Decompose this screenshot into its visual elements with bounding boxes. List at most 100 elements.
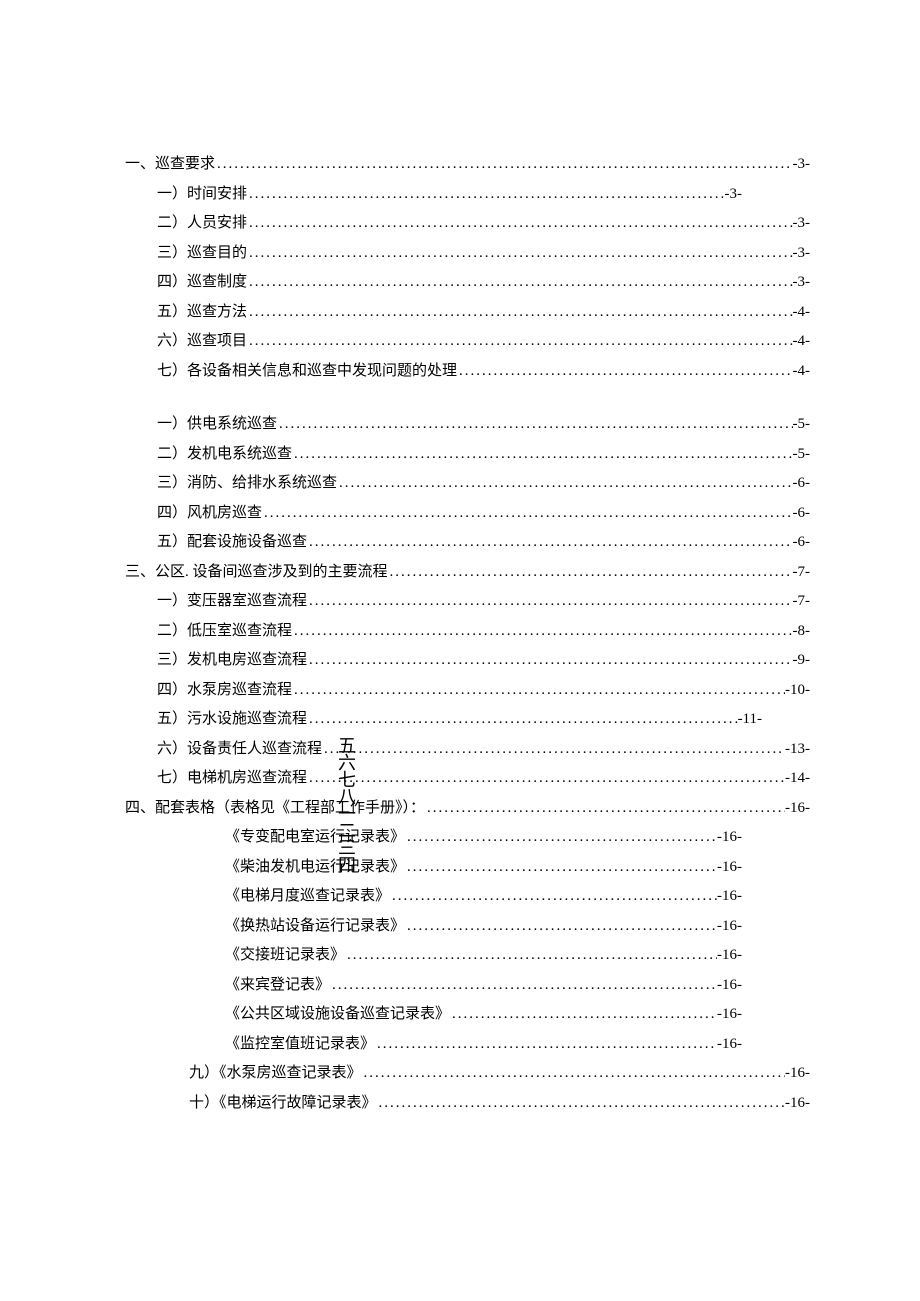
toc-entry-label: 一）供电系统巡查 [157,412,277,438]
toc-leader-dots [262,501,792,527]
toc-entry-label: 《柴油发机电运行记录表》 [225,855,405,881]
table-of-contents: 一、巡查要求-3-一）时间安排-3-二）人员安排-3-三）巡查目的-3-四）巡查… [125,152,810,1116]
toc-entry: 《监控室值班记录表》-16- [125,1032,810,1058]
toc-leader-dots [247,300,792,326]
toc-entry-page: -16- [785,1061,810,1087]
toc-leader-dots [405,855,717,881]
toc-entry: 四）水泵房巡查流程-10- [125,678,810,704]
toc-entry-page: -14- [785,766,810,792]
toc-entry-label: 一、巡查要求 [125,152,215,178]
toc-leader-dots [322,737,785,763]
toc-entry-page: -4- [793,329,811,355]
toc-leader-dots [375,1032,717,1058]
toc-entry: 二）发机电系统巡查-5- [125,442,810,468]
toc-entry: 七）各设备相关信息和巡查中发现问题的处理-4- [125,359,810,385]
toc-entry: 《电梯月度巡查记录表》 -16- [125,884,810,910]
toc-entry-page: -3- [725,182,743,208]
toc-entry-page: -16- [717,943,742,969]
toc-entry-page: -6- [793,501,811,527]
toc-entry-label: 四、配套表格（表格见《工程部工作手册》）： [125,796,425,822]
toc-entry-page: -16- [785,1091,810,1117]
toc-entry-page: -16- [717,1002,742,1028]
toc-entry-label: 三、公区. 设备间巡查涉及到的主要流程 [125,560,388,586]
toc-entry-page: -16- [785,796,810,822]
toc-entry-label: 五）巡查方法 [157,300,247,326]
toc-entry-label: 三）消防、给排水系统巡查 [157,471,337,497]
toc-leader-dots [247,241,792,267]
toc-entry-page: -16- [717,914,742,940]
toc-leader-dots [337,471,792,497]
toc-entry-label: 《公共区域设施设备巡查记录表》 [225,1002,450,1028]
toc-entry-page: -13- [785,737,810,763]
toc-entry-page: -11- [738,707,762,733]
toc-leader-dots [330,973,717,999]
toc-entry-label: 五）配套设施设备巡查 [157,530,307,556]
toc-entry-label: 七）各设备相关信息和巡查中发现问题的处理 [157,359,457,385]
toc-leader-dots [345,943,717,969]
toc-entry: 一）变压器室巡查流程-7- [125,589,810,615]
toc-entry: 五）污水设施巡查流程-11- [125,707,810,733]
toc-entry: 《公共区域设施设备巡查记录表》 -16- [125,1002,810,1028]
toc-entry: 《柴油发机电运行记录表》-16- [125,855,810,881]
toc-entry-page: -9- [793,648,811,674]
toc-entry: 一）供电系统巡查 -5- [125,412,810,438]
toc-entry: 三）消防、给排水系统巡查 -6- [125,471,810,497]
toc-leader-dots [292,619,792,645]
toc-entry-label: 二）发机电系统巡查 [157,442,292,468]
blank-line [125,388,810,412]
toc-entry-label: 四）风机房巡查 [157,501,262,527]
toc-leader-dots [457,359,792,385]
toc-leader-dots [292,678,785,704]
toc-entry-label: 《交接班记录表》 [225,943,345,969]
toc-entry: 十）《电梯运行故障记录表》 -16- [125,1091,810,1117]
toc-entry: 《交接班记录表》 -16- [125,943,810,969]
toc-entry: 四）巡查制度-3- [125,270,810,296]
toc-entry: 七）电梯机房巡查流程 -14- [125,766,810,792]
toc-leader-dots [377,1091,785,1117]
toc-entry-page: -16- [717,825,742,851]
toc-entry: 二）人员安排-3- [125,211,810,237]
toc-entry-label: 七）电梯机房巡查流程 [157,766,307,792]
toc-entry: 《来宾登记表》 -16- [125,973,810,999]
toc-entry: 三、公区. 设备间巡查涉及到的主要流程 -7- [125,560,810,586]
toc-leader-dots [307,589,792,615]
toc-leader-dots [390,884,717,910]
toc-entry: 《专变配电室运行记录表》-16- [125,825,810,851]
toc-entry-page: -7- [793,589,811,615]
toc-entry: 《换热站设备运行记录表》-16- [125,914,810,940]
toc-leader-dots [247,182,724,208]
toc-entry-page: -3- [793,211,811,237]
toc-leader-dots [247,211,792,237]
toc-leader-dots [450,1002,717,1028]
toc-entry: 五）配套设施设备巡查-6- [125,530,810,556]
toc-entry-label: 《来宾登记表》 [225,973,330,999]
toc-entry: 二）低压室巡查流程-8- [125,619,810,645]
toc-entry-label: 《电梯月度巡查记录表》 [225,884,390,910]
toc-leader-dots [215,152,792,178]
toc-entry-page: -6- [793,471,811,497]
toc-entry: 四、配套表格（表格见《工程部工作手册》）： -16- [125,796,810,822]
toc-entry-label: 十）《电梯运行故障记录表》 [189,1091,377,1117]
toc-entry-label: 六）巡查项目 [157,329,247,355]
toc-entry: 六）巡查项目 -4- [125,329,810,355]
toc-entry-page: -3- [793,270,811,296]
toc-entry-page: -5- [793,412,811,438]
toc-leader-dots [307,648,792,674]
toc-entry-page: -16- [717,973,742,999]
toc-leader-dots [307,707,738,733]
toc-entry: 五）巡查方法-4- [125,300,810,326]
toc-entry-page: -16- [717,884,742,910]
toc-entry-label: 三）发机电房巡查流程 [157,648,307,674]
toc-leader-dots [247,329,792,355]
toc-leader-dots [405,914,717,940]
toc-entry-label: 二）低压室巡查流程 [157,619,292,645]
toc-entry: 一、巡查要求-3- [125,152,810,178]
toc-entry: 四）风机房巡查 -6- [125,501,810,527]
toc-entry-label: 一）时间安排 [157,182,247,208]
toc-entry: 三）发机电房巡查流程 -9- [125,648,810,674]
toc-entry-page: -7- [793,560,811,586]
toc-entry: 九）《水泵房巡查记录表》-16- [125,1061,810,1087]
toc-entry-page: -16- [717,1032,742,1058]
toc-leader-dots [388,560,793,586]
toc-entry-page: -10- [785,678,810,704]
